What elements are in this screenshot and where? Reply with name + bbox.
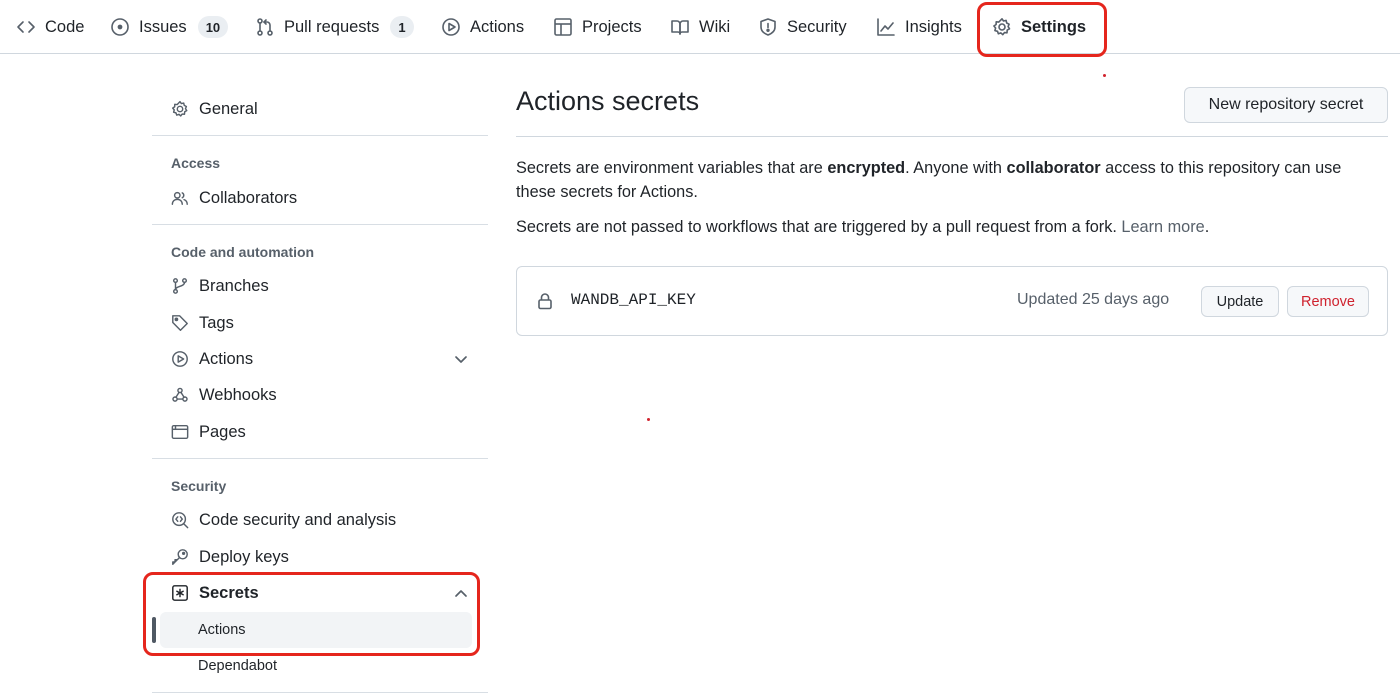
- sidebar-heading-security: Security: [171, 478, 227, 494]
- shield-icon: [758, 17, 778, 37]
- annotation-dot: [1103, 74, 1106, 77]
- sidebar-item-branches[interactable]: Branches: [171, 271, 269, 301]
- tag-icon: [171, 314, 189, 332]
- play-icon: [171, 350, 189, 368]
- book-icon: [670, 17, 690, 37]
- description-text: Secrets are not passed to workflows that…: [516, 218, 1122, 236]
- description-text: Secrets are environment variables that a…: [516, 159, 828, 177]
- tab-wiki[interactable]: Wiki: [670, 0, 730, 54]
- sidebar-heading-code-automation: Code and automation: [171, 244, 315, 260]
- sidebar-item-collaborators[interactable]: Collaborators: [171, 183, 297, 213]
- tab-projects[interactable]: Projects: [553, 0, 642, 54]
- sidebar-item-label: General: [199, 99, 258, 118]
- description-emphasis: collaborator: [1006, 159, 1101, 177]
- tab-label: Issues: [139, 17, 187, 36]
- title-divider: [516, 136, 1388, 137]
- sidebar-item-label: Actions: [199, 349, 254, 368]
- tab-label: Projects: [582, 17, 642, 36]
- webhook-icon: [171, 386, 189, 404]
- remove-secret-button[interactable]: Remove: [1287, 286, 1369, 317]
- tab-pull-requests[interactable]: Pull requests 1: [255, 0, 414, 54]
- description-encrypted: Secrets are environment variables that a…: [516, 156, 1376, 204]
- sidebar-subitem-secrets-dependabot[interactable]: Dependabot: [198, 658, 277, 674]
- tab-security[interactable]: Security: [758, 0, 847, 54]
- chevron-down-icon[interactable]: [452, 351, 470, 369]
- sidebar-subitem-secrets-actions[interactable]: Actions: [198, 622, 246, 638]
- browser-icon: [171, 423, 189, 441]
- tab-label: Security: [787, 17, 847, 36]
- page-title: Actions secrets: [516, 86, 700, 116]
- secret-name: WANDB_API_KEY: [571, 291, 696, 309]
- tab-actions[interactable]: Actions: [441, 0, 524, 54]
- tab-settings[interactable]: Settings: [992, 0, 1086, 54]
- tab-label: Wiki: [699, 17, 731, 36]
- chevron-up-icon[interactable]: [452, 584, 470, 602]
- sidebar-item-label: Deploy keys: [199, 547, 289, 566]
- tab-insights[interactable]: Insights: [876, 0, 962, 54]
- sidebar-item-pages[interactable]: Pages: [171, 417, 246, 447]
- git-branch-icon: [171, 277, 189, 295]
- sidebar-item-label: Pages: [199, 422, 246, 441]
- tab-label: Insights: [905, 17, 962, 36]
- sidebar-item-label: Webhooks: [199, 385, 277, 404]
- update-secret-button[interactable]: Update: [1201, 286, 1279, 317]
- tab-code[interactable]: Code: [16, 0, 84, 54]
- sidebar-item-secrets[interactable]: Secrets: [171, 578, 259, 608]
- play-icon: [441, 17, 461, 37]
- sidebar-item-actions[interactable]: Actions: [171, 344, 253, 374]
- table-icon: [553, 17, 573, 37]
- gear-icon: [171, 100, 189, 118]
- people-icon: [171, 189, 189, 207]
- sidebar-item-deploy-keys[interactable]: Deploy keys: [171, 542, 289, 572]
- description-fork: Secrets are not passed to workflows that…: [516, 215, 1376, 239]
- sidebar-divider: [152, 692, 488, 693]
- sidebar-divider: [152, 135, 488, 136]
- codescan-icon: [171, 511, 189, 529]
- description-emphasis: encrypted: [827, 159, 906, 177]
- sidebar-item-label: Collaborators: [199, 188, 298, 207]
- sidebar-item-label: Tags: [199, 313, 234, 332]
- lock-icon: [538, 293, 552, 310]
- tab-label: Pull requests: [284, 17, 380, 36]
- sidebar-item-webhooks[interactable]: Webhooks: [171, 380, 277, 410]
- sidebar-item-label: Secrets: [199, 583, 259, 602]
- sidebar-divider: [152, 224, 488, 225]
- tab-label: Code: [45, 17, 85, 36]
- tab-label: Settings: [1021, 17, 1087, 36]
- sidebar-heading-access: Access: [171, 155, 221, 171]
- sidebar-item-label: Branches: [199, 276, 269, 295]
- new-repository-secret-button[interactable]: New repository secret: [1184, 87, 1388, 123]
- issues-count-badge: 10: [197, 16, 229, 38]
- graph-icon: [876, 17, 896, 37]
- tab-label: Actions: [470, 17, 525, 36]
- asterisk-icon: [171, 584, 189, 602]
- sidebar-item-general[interactable]: General: [171, 94, 258, 124]
- key-icon: [171, 548, 189, 566]
- active-item-indicator: [152, 617, 156, 643]
- tab-issues[interactable]: Issues 10: [110, 0, 229, 54]
- sidebar-divider: [152, 458, 488, 459]
- sidebar-item-tags[interactable]: Tags: [171, 308, 234, 338]
- sidebar-item-label: Code security and analysis: [199, 510, 397, 529]
- issue-opened-icon: [110, 17, 130, 37]
- gear-icon: [992, 17, 1012, 37]
- description-text: .: [1204, 218, 1210, 236]
- secret-updated-time: Updated 25 days ago: [1017, 291, 1170, 308]
- pull-requests-count-badge: 1: [390, 16, 414, 38]
- git-pull-request-icon: [255, 17, 275, 37]
- code-icon: [16, 17, 36, 37]
- learn-more-link[interactable]: Learn more: [1121, 218, 1204, 236]
- sidebar-item-code-security[interactable]: Code security and analysis: [171, 505, 396, 535]
- annotation-dot: [647, 418, 650, 421]
- repo-tab-bar: Code Issues 10 Pull requests 1 Actions P…: [0, 0, 1400, 54]
- description-text: . Anyone with: [905, 159, 1007, 177]
